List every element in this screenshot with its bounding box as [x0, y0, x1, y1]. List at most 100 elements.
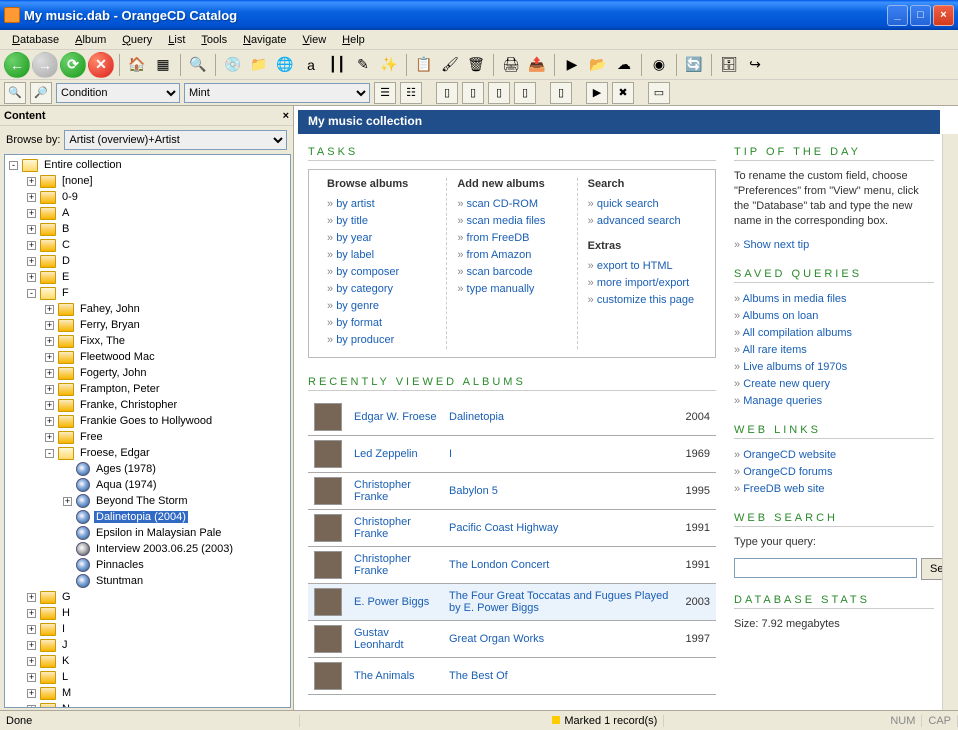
filter-value-select[interactable]: Mint: [184, 83, 370, 103]
tree-node[interactable]: +Franke, Christopher: [5, 397, 290, 413]
browse-link[interactable]: by genre: [327, 298, 436, 315]
sync-icon[interactable]: 🔄: [682, 53, 706, 77]
tree-node[interactable]: +D: [5, 253, 290, 269]
expand-icon[interactable]: +: [45, 305, 54, 314]
recent-album[interactable]: Dalinetopia: [443, 399, 676, 436]
web-link[interactable]: OrangeCD website: [734, 447, 934, 464]
recent-album[interactable]: The London Concert: [443, 547, 676, 584]
tree-node[interactable]: +E: [5, 269, 290, 285]
wizard-icon[interactable]: ✨: [377, 53, 401, 77]
pane5-icon[interactable]: ▯: [550, 82, 572, 104]
expand-icon[interactable]: -: [27, 289, 36, 298]
view-detail-icon[interactable]: ☷: [400, 82, 422, 104]
cloud-icon[interactable]: ☁: [612, 53, 636, 77]
browse-link[interactable]: by category: [327, 281, 436, 298]
recent-artist[interactable]: Christopher Franke: [348, 510, 443, 547]
menu-help[interactable]: Help: [334, 32, 373, 48]
delete-icon[interactable]: 🗑: [464, 53, 488, 77]
tree-node[interactable]: +A: [5, 205, 290, 221]
expand-icon[interactable]: +: [27, 257, 36, 266]
add-link[interactable]: scan barcode: [457, 264, 566, 281]
recent-artist[interactable]: Christopher Franke: [348, 547, 443, 584]
web-search-button[interactable]: Search: [921, 558, 942, 580]
vertical-scrollbar[interactable]: [942, 134, 958, 710]
print-icon[interactable]: 🖨: [499, 53, 523, 77]
expand-icon[interactable]: +: [27, 593, 36, 602]
tree-node[interactable]: +B: [5, 221, 290, 237]
menu-view[interactable]: View: [295, 32, 335, 48]
sidebar-close-icon[interactable]: ×: [283, 110, 289, 122]
saved-query-link[interactable]: All rare items: [734, 342, 934, 359]
view-list-icon[interactable]: ☰: [374, 82, 396, 104]
browse-link[interactable]: by artist: [327, 196, 436, 213]
tree-node[interactable]: Pinnacles: [5, 557, 290, 573]
recent-album[interactable]: The Four Great Toccatas and Fugues Playe…: [443, 584, 676, 621]
tree-node[interactable]: +Fleetwood Mac: [5, 349, 290, 365]
tree-node[interactable]: Epsilon in Malaysian Pale: [5, 525, 290, 541]
tree-node[interactable]: +[none]: [5, 173, 290, 189]
saved-query-link[interactable]: Albums on loan: [734, 308, 934, 325]
tree-node[interactable]: +I: [5, 621, 290, 637]
play-icon[interactable]: ▶: [560, 53, 584, 77]
tree-node[interactable]: +J: [5, 637, 290, 653]
back-button[interactable]: ←: [4, 52, 30, 78]
expand-icon[interactable]: +: [27, 241, 36, 250]
recent-artist[interactable]: Edgar W. Froese: [348, 399, 443, 436]
recent-album[interactable]: Great Organ Works: [443, 621, 676, 658]
add-link[interactable]: type manually: [457, 281, 566, 298]
exit-icon[interactable]: ↪: [743, 53, 767, 77]
expand-icon[interactable]: +: [45, 369, 54, 378]
extras-link[interactable]: customize this page: [588, 292, 697, 309]
barcode-icon[interactable]: ┃┃: [325, 53, 349, 77]
expand-icon[interactable]: +: [45, 433, 54, 442]
tree-node[interactable]: Stuntman: [5, 573, 290, 589]
db-icon[interactable]: 🗄: [717, 53, 741, 77]
tree-node[interactable]: +K: [5, 653, 290, 669]
search-icon[interactable]: 🔍: [186, 53, 210, 77]
recent-artist[interactable]: Gustav Leonhardt: [348, 621, 443, 658]
minimize-button[interactable]: _: [887, 5, 908, 26]
zoom-out-icon[interactable]: 🔎: [30, 82, 52, 104]
saved-query-link[interactable]: Create new query: [734, 376, 934, 393]
thumbnails-icon[interactable]: ▦: [151, 53, 175, 77]
browse-link[interactable]: by year: [327, 230, 436, 247]
expand-icon[interactable]: +: [45, 401, 54, 410]
recent-row[interactable]: Edgar W. FroeseDalinetopia2004: [308, 399, 716, 436]
menu-database[interactable]: Database: [4, 32, 67, 48]
tree-node[interactable]: +Frankie Goes to Hollywood: [5, 413, 290, 429]
tree-node[interactable]: Ages (1978): [5, 461, 290, 477]
tree-node[interactable]: Dalinetopia (2004): [5, 509, 290, 525]
recent-row[interactable]: Gustav LeonhardtGreat Organ Works1997: [308, 621, 716, 658]
recent-row[interactable]: E. Power BiggsThe Four Great Toccatas an…: [308, 584, 716, 621]
recent-artist[interactable]: E. Power Biggs: [348, 584, 443, 621]
recent-album[interactable]: The Best Of: [443, 658, 676, 695]
browse-link[interactable]: by producer: [327, 332, 436, 349]
extras-link[interactable]: more import/export: [588, 275, 697, 292]
recent-row[interactable]: Christopher FrankePacific Coast Highway1…: [308, 510, 716, 547]
expand-icon[interactable]: +: [27, 273, 36, 282]
tree-view[interactable]: -Entire collection+[none]+0-9+A+B+C+D+E-…: [4, 154, 291, 708]
extras-link[interactable]: export to HTML: [588, 258, 697, 275]
recent-row[interactable]: Led ZeppelinI1969: [308, 436, 716, 473]
close-button[interactable]: ×: [933, 5, 954, 26]
web-search-input[interactable]: [734, 558, 917, 578]
unmark-icon[interactable]: ✖: [612, 82, 634, 104]
menu-list[interactable]: List: [160, 32, 193, 48]
add-link[interactable]: from Amazon: [457, 247, 566, 264]
maximize-button[interactable]: □: [910, 5, 931, 26]
tree-node[interactable]: +Fahey, John: [5, 301, 290, 317]
zoom-in-icon[interactable]: 🔍: [4, 82, 26, 104]
recent-row[interactable]: Christopher FrankeThe London Concert1991: [308, 547, 716, 584]
browse-by-select[interactable]: Artist (overview)+Artist: [64, 130, 287, 150]
menu-album[interactable]: Album: [67, 32, 114, 48]
expand-icon[interactable]: -: [9, 161, 18, 170]
browse-link[interactable]: by title: [327, 213, 436, 230]
pane2-icon[interactable]: ▯: [462, 82, 484, 104]
tree-node[interactable]: -Froese, Edgar: [5, 445, 290, 461]
saved-query-link[interactable]: Manage queries: [734, 393, 934, 410]
expand-icon[interactable]: +: [27, 177, 36, 186]
expand-icon[interactable]: +: [27, 609, 36, 618]
web-link[interactable]: FreeDB web site: [734, 481, 934, 498]
recent-row[interactable]: Christopher FrankeBabylon 51995: [308, 473, 716, 510]
expand-icon[interactable]: +: [27, 193, 36, 202]
